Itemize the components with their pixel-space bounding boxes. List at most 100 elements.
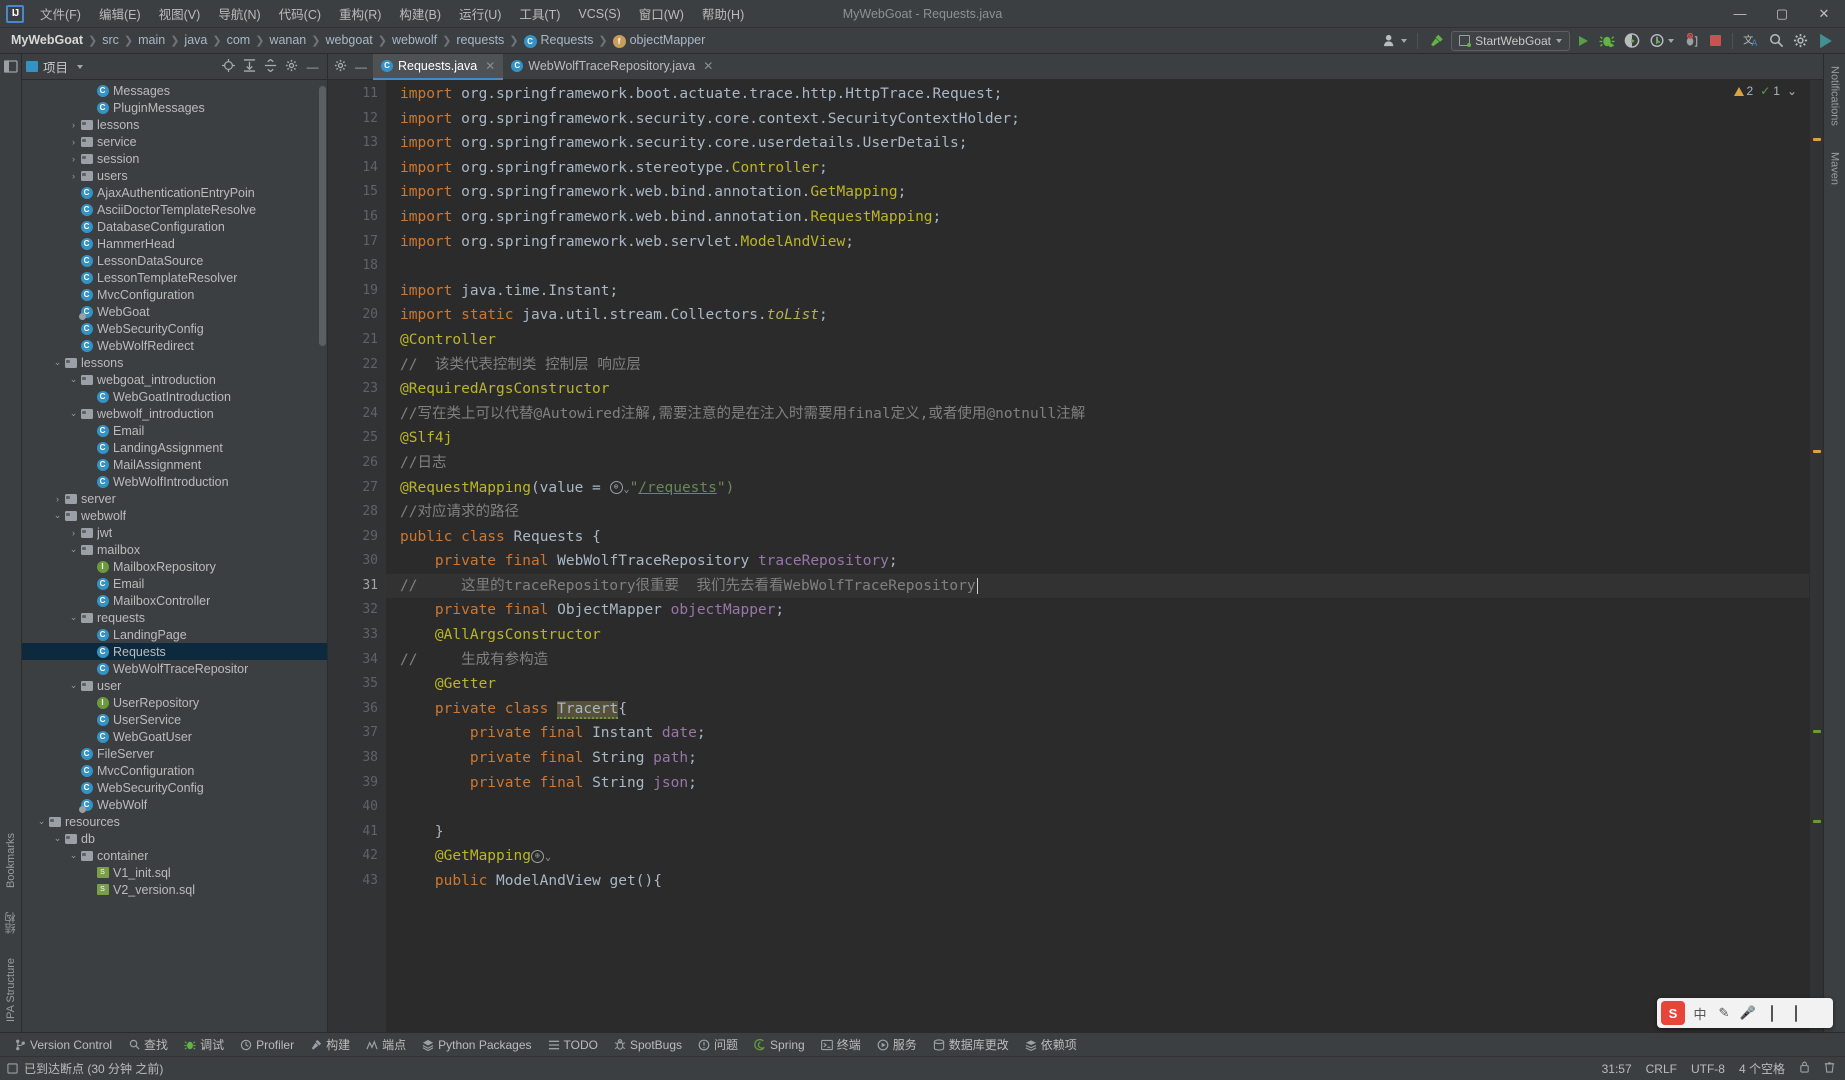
line-number[interactable]: 35 [328, 672, 386, 697]
line-separator[interactable]: CRLF [1646, 1062, 1677, 1076]
code-line[interactable] [386, 254, 1809, 279]
tree-node[interactable]: C WebGoat [22, 303, 327, 320]
search-icon[interactable] [1766, 31, 1787, 51]
line-number[interactable]: 23 [328, 377, 386, 402]
tree-node[interactable]: S V2_version.sql [22, 881, 327, 898]
line-number-gutter[interactable]: 11 12 13 14 15 16 17 18 19 20 21 22 23 24 25 26 27 28 29 30… [328, 80, 386, 1032]
code-line[interactable]: private final ObjectMapper objectMapper; [386, 598, 1809, 623]
code-line[interactable]: // 生成有参构造 [386, 648, 1809, 673]
tree-node[interactable]: ⌄ lessons [22, 354, 327, 371]
minimize-icon[interactable]: — [355, 60, 367, 74]
chevron-right-icon[interactable]: › [68, 137, 79, 147]
translate-icon[interactable]: 文A [1740, 31, 1763, 51]
code-line[interactable]: import org.springframework.web.bind.anno… [386, 205, 1809, 230]
ime-mic-icon[interactable]: 🎤 [1739, 1005, 1757, 1021]
gear-icon[interactable] [334, 59, 347, 75]
gear-icon[interactable] [1790, 31, 1811, 51]
breadcrumb-item-webgoat[interactable]: webgoat [322, 31, 375, 49]
chevron-down-icon[interactable]: ⌄ [36, 816, 47, 827]
tree-node[interactable]: C HammerHead [22, 235, 327, 252]
tool-window-button-2[interactable]: 调试 [176, 1034, 232, 1055]
ime-lang-icon[interactable]: 中 [1691, 1004, 1709, 1023]
breadcrumb-item-objectmapper[interactable]: f objectMapper [610, 31, 709, 49]
tool-window-button-6[interactable]: Python Packages [414, 1036, 539, 1054]
tool-window-button-5[interactable]: 端点 [358, 1034, 414, 1055]
tree-node[interactable]: › lessons [22, 116, 327, 133]
tree-node[interactable]: ⌄ mailbox [22, 541, 327, 558]
tree-node[interactable]: I MailboxRepository [22, 558, 327, 575]
code-line[interactable]: public class Requests { [386, 525, 1809, 550]
chevron-down-icon[interactable]: ⌄ [52, 833, 63, 844]
line-number[interactable]: 39 [328, 771, 386, 796]
chevron-right-icon[interactable]: › [52, 494, 63, 504]
tree-node[interactable]: C WebWolf [22, 796, 327, 813]
line-number[interactable]: 29 [328, 525, 386, 550]
menu-item-0[interactable]: 文件(F) [32, 0, 89, 27]
tree-node[interactable]: C AsciiDoctorTemplateResolve [22, 201, 327, 218]
web-reference-icon[interactable]: ⊕ ⌄ [530, 848, 551, 864]
code-line[interactable]: public ModelAndView get(){ [386, 869, 1809, 894]
sidebar-item-structure[interactable]: 结构 [1, 906, 21, 940]
tree-node[interactable]: C WebGoatIntroduction [22, 388, 327, 405]
tree-node[interactable]: C WebWolfIntroduction [22, 473, 327, 490]
updates-icon[interactable] [1814, 31, 1837, 51]
tree-node[interactable]: C Email [22, 422, 327, 439]
close-icon[interactable]: ✕ [703, 59, 713, 73]
editor-tab-0[interactable]: C Requests.java ✕ [373, 53, 504, 80]
code-content[interactable]: import org.springframework.boot.actuate.… [386, 80, 1809, 1032]
ime-tray[interactable]: S 中 ✎ 🎤 [1657, 998, 1833, 1028]
line-number[interactable]: 34 [328, 648, 386, 673]
tree-node[interactable]: C Messages [22, 82, 327, 99]
line-number[interactable]: 36 [328, 697, 386, 722]
line-number[interactable]: 32 [328, 598, 386, 623]
line-number[interactable]: 38 [328, 746, 386, 771]
menu-item-1[interactable]: 编辑(E) [91, 0, 149, 27]
code-line[interactable]: import java.time.Instant; [386, 279, 1809, 304]
line-number[interactable]: 26 [328, 451, 386, 476]
line-number[interactable]: 30 [328, 549, 386, 574]
tree-node[interactable]: C AjaxAuthenticationEntryPoin [22, 184, 327, 201]
line-number[interactable]: 37 [328, 721, 386, 746]
tool-window-button-4[interactable]: 构建 [302, 1034, 358, 1055]
tree-node[interactable]: ⌄ requests [22, 609, 327, 626]
code-line[interactable]: import org.springframework.boot.actuate.… [386, 82, 1809, 107]
code-line[interactable]: @Getter [386, 672, 1809, 697]
tree-node[interactable]: ⌄ user [22, 677, 327, 694]
tree-node[interactable]: › users [22, 167, 327, 184]
code-line[interactable]: @RequestMapping(value = ⊕ ⌄"/requests") [386, 476, 1809, 501]
line-number[interactable]: 24 [328, 402, 386, 427]
editor-tab-1[interactable]: C WebWolfTraceRepository.java ✕ [503, 54, 721, 80]
tool-window-button-0[interactable]: Version Control [6, 1036, 120, 1054]
tree-node[interactable]: C WebWolfTraceRepositor [22, 660, 327, 677]
breadcrumb-item-com[interactable]: com [224, 31, 254, 49]
breadcrumb-item-main[interactable]: main [135, 31, 168, 49]
run-with-coverage-icon[interactable] [1621, 31, 1643, 51]
code-line[interactable]: import org.springframework.security.core… [386, 107, 1809, 132]
tool-window-button-11[interactable]: 终端 [813, 1034, 869, 1055]
chevron-right-icon[interactable]: › [68, 171, 79, 181]
caret-position[interactable]: 31:57 [1602, 1062, 1632, 1076]
line-number[interactable]: 11 [328, 82, 386, 107]
tree-node[interactable]: C LandingPage [22, 626, 327, 643]
gear-icon[interactable] [284, 59, 299, 75]
tree-node[interactable]: S V1_init.sql [22, 864, 327, 881]
chevron-down-icon[interactable]: ⌄ [52, 357, 63, 368]
tree-node[interactable]: ⌄ webgoat_introduction [22, 371, 327, 388]
tree-node[interactable]: › service [22, 133, 327, 150]
line-number[interactable]: 16 [328, 205, 386, 230]
target-icon[interactable] [221, 58, 236, 75]
run-configuration-selector[interactable]: StartWebGoat [1451, 30, 1570, 51]
tree-node[interactable]: ⌄ container [22, 847, 327, 864]
minimize-icon[interactable]: — [305, 60, 320, 74]
chevron-down-icon[interactable]: ⌄ [68, 544, 79, 555]
tool-window-button-13[interactable]: 数据库更改 [925, 1034, 1017, 1055]
stop-icon[interactable] [1705, 31, 1725, 51]
lock-icon[interactable] [1799, 1061, 1810, 1076]
code-line[interactable]: import static java.util.stream.Collector… [386, 303, 1809, 328]
line-number[interactable]: 41 [328, 820, 386, 845]
breadcrumb-item-java[interactable]: java [181, 31, 210, 49]
web-reference-icon[interactable]: ⊕ ⌄ [609, 480, 630, 496]
tree-node[interactable]: C LessonDataSource [22, 252, 327, 269]
menu-item-8[interactable]: 工具(T) [511, 0, 568, 27]
ime-toolbox-icon[interactable] [1787, 1004, 1805, 1022]
